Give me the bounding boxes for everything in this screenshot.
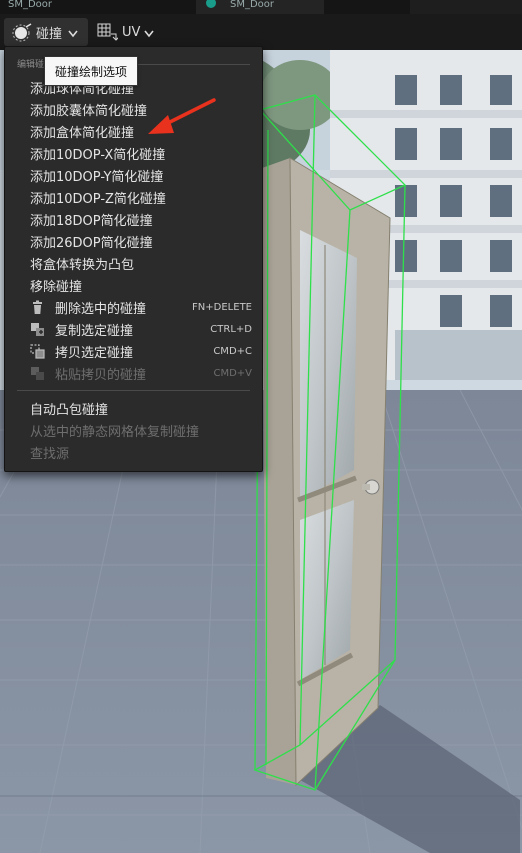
menu-separator: [17, 390, 250, 391]
tab-sm-door-1[interactable]: SM_Door: [8, 0, 52, 14]
menu-item-add-10dop-y-collision[interactable]: 添加10DOP-Y简化碰撞: [5, 164, 262, 186]
chevron-down-icon: [144, 27, 154, 42]
trash-icon: [30, 300, 45, 315]
uv-menu-label: UV: [122, 24, 141, 40]
document-tab-strip: SM_Door SM_Door: [0, 0, 522, 14]
tab-sm-door-2[interactable]: SM_Door: [230, 0, 274, 14]
collision-menu-button[interactable]: 碰撞: [4, 18, 88, 46]
chevron-down-icon: [68, 27, 78, 42]
menu-item-add-18dop-collision[interactable]: 添加18DOP简化碰撞: [5, 208, 262, 230]
menu-item-duplicate-selected-collision[interactable]: 复制选定碰撞 CTRL+D: [5, 318, 262, 340]
menu-item-find-source[interactable]: 查找源: [5, 441, 262, 463]
menu-item-delete-selected-collision[interactable]: 删除选中的碰撞 FN+DELETE: [5, 296, 262, 318]
paste-icon: [30, 366, 45, 381]
collision-tooltip: 碰撞绘制选项: [44, 56, 138, 86]
menu-item-add-10dop-z-collision[interactable]: 添加10DOP-Z简化碰撞: [5, 186, 262, 208]
collision-sphere-icon: [11, 23, 33, 43]
menu-item-add-26dop-collision[interactable]: 添加26DOP简化碰撞: [5, 230, 262, 252]
copy-icon: [30, 344, 45, 359]
menu-item-auto-convex-collision[interactable]: 自动凸包碰撞: [5, 397, 262, 419]
menu-item-add-capsule-collision[interactable]: 添加胶囊体简化碰撞: [5, 98, 262, 120]
collision-dropdown-menu: 编辑碰撞 添加球体简化碰撞 添加胶囊体简化碰撞 添加盒体简化碰撞 添加10DOP…: [4, 46, 263, 472]
menu-item-add-10dop-x-collision[interactable]: 添加10DOP-X简化碰撞: [5, 142, 262, 164]
menu-item-remove-collision[interactable]: 移除碰撞: [5, 274, 262, 296]
menu-item-convert-box-to-convex[interactable]: 将盒体转换为凸包: [5, 252, 262, 274]
uv-menu-button[interactable]: UV: [92, 18, 162, 46]
uv-grid-icon: [96, 22, 120, 42]
menu-item-add-box-collision[interactable]: 添加盒体简化碰撞: [5, 120, 262, 142]
menu-item-copy-collision-from-selected-mesh[interactable]: 从选中的静态网格体复制碰撞: [5, 419, 262, 441]
menu-item-paste-collision[interactable]: 粘贴拷贝的碰撞 CMD+V: [5, 362, 262, 384]
duplicate-icon: [30, 322, 45, 337]
collision-menu-label: 碰撞: [36, 26, 63, 42]
menu-item-copy-selected-collision[interactable]: 拷贝选定碰撞 CMD+C: [5, 340, 262, 362]
viewport-toolbar: 碰撞 UV: [0, 14, 522, 50]
